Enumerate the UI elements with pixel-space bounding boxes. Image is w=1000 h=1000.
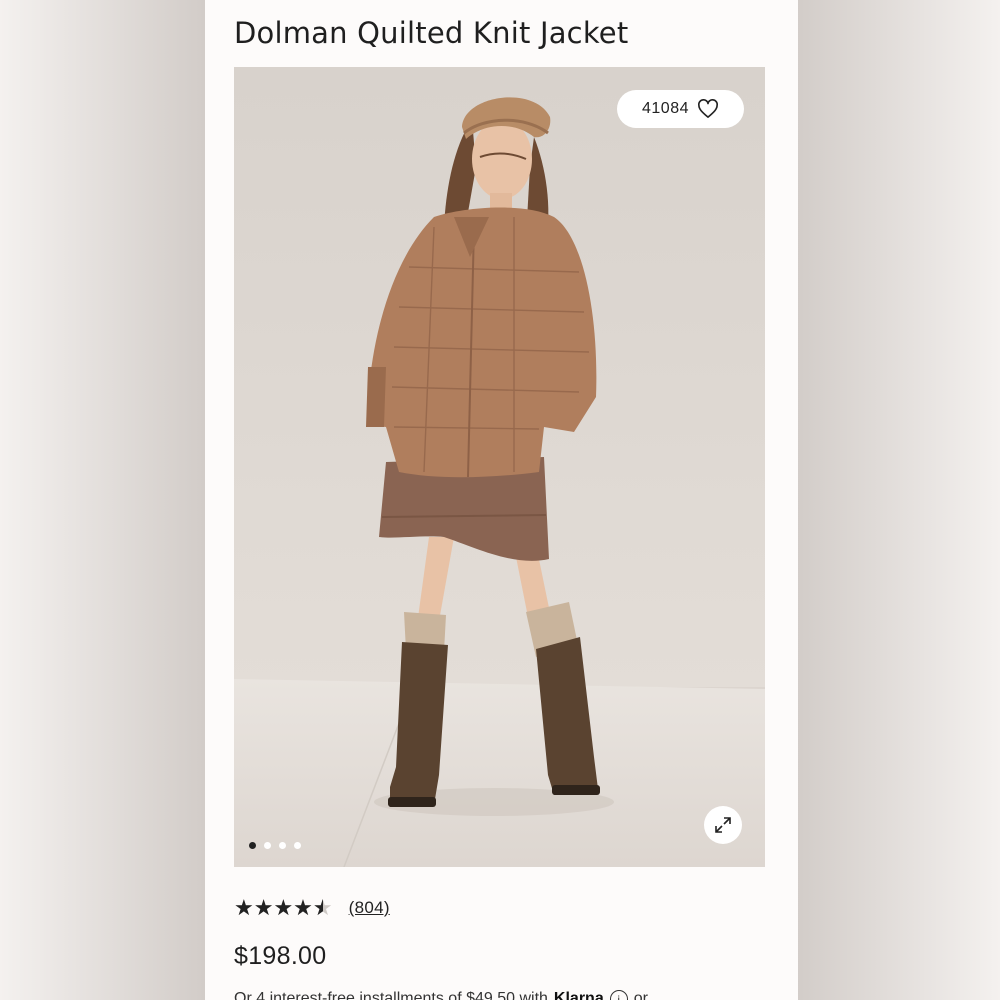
left-margin [0, 0, 205, 1000]
expand-arrows-icon [715, 817, 731, 833]
image-pagination [249, 842, 301, 849]
klarna-logo: Klarna [553, 990, 604, 1000]
review-count-link[interactable]: (804) [349, 898, 390, 918]
heart-icon [698, 99, 718, 118]
pagination-dot[interactable] [249, 842, 256, 849]
pagination-dot[interactable] [294, 842, 301, 849]
favorite-button[interactable]: 41084 [617, 90, 744, 128]
favorites-count: 41084 [642, 100, 689, 117]
star-rating: ★★★★★ ★★★★★ [234, 895, 333, 920]
installments-text: Or 4 interest-free installments of $49.5… [234, 990, 548, 1000]
product-price: $198.00 [234, 942, 327, 970]
info-icon[interactable]: i [609, 990, 628, 1000]
pagination-dot[interactable] [279, 842, 286, 849]
product-title: Dolman Quilted Knit Jacket [234, 16, 629, 50]
installments-info: Or 4 interest-free installments of $49.5… [234, 990, 648, 1000]
installments-suffix: or [633, 990, 648, 1000]
pagination-dot[interactable] [264, 842, 271, 849]
product-card: Dolman Quilted Knit Jacket 41084 ★★★★★ ★… [205, 0, 798, 1000]
product-image-gallery[interactable]: 41084 [234, 67, 765, 867]
right-margin [795, 0, 1000, 1000]
product-photo [234, 67, 765, 867]
rating-summary: ★★★★★ ★★★★★ (804) [234, 896, 390, 920]
expand-image-button[interactable] [704, 806, 742, 844]
